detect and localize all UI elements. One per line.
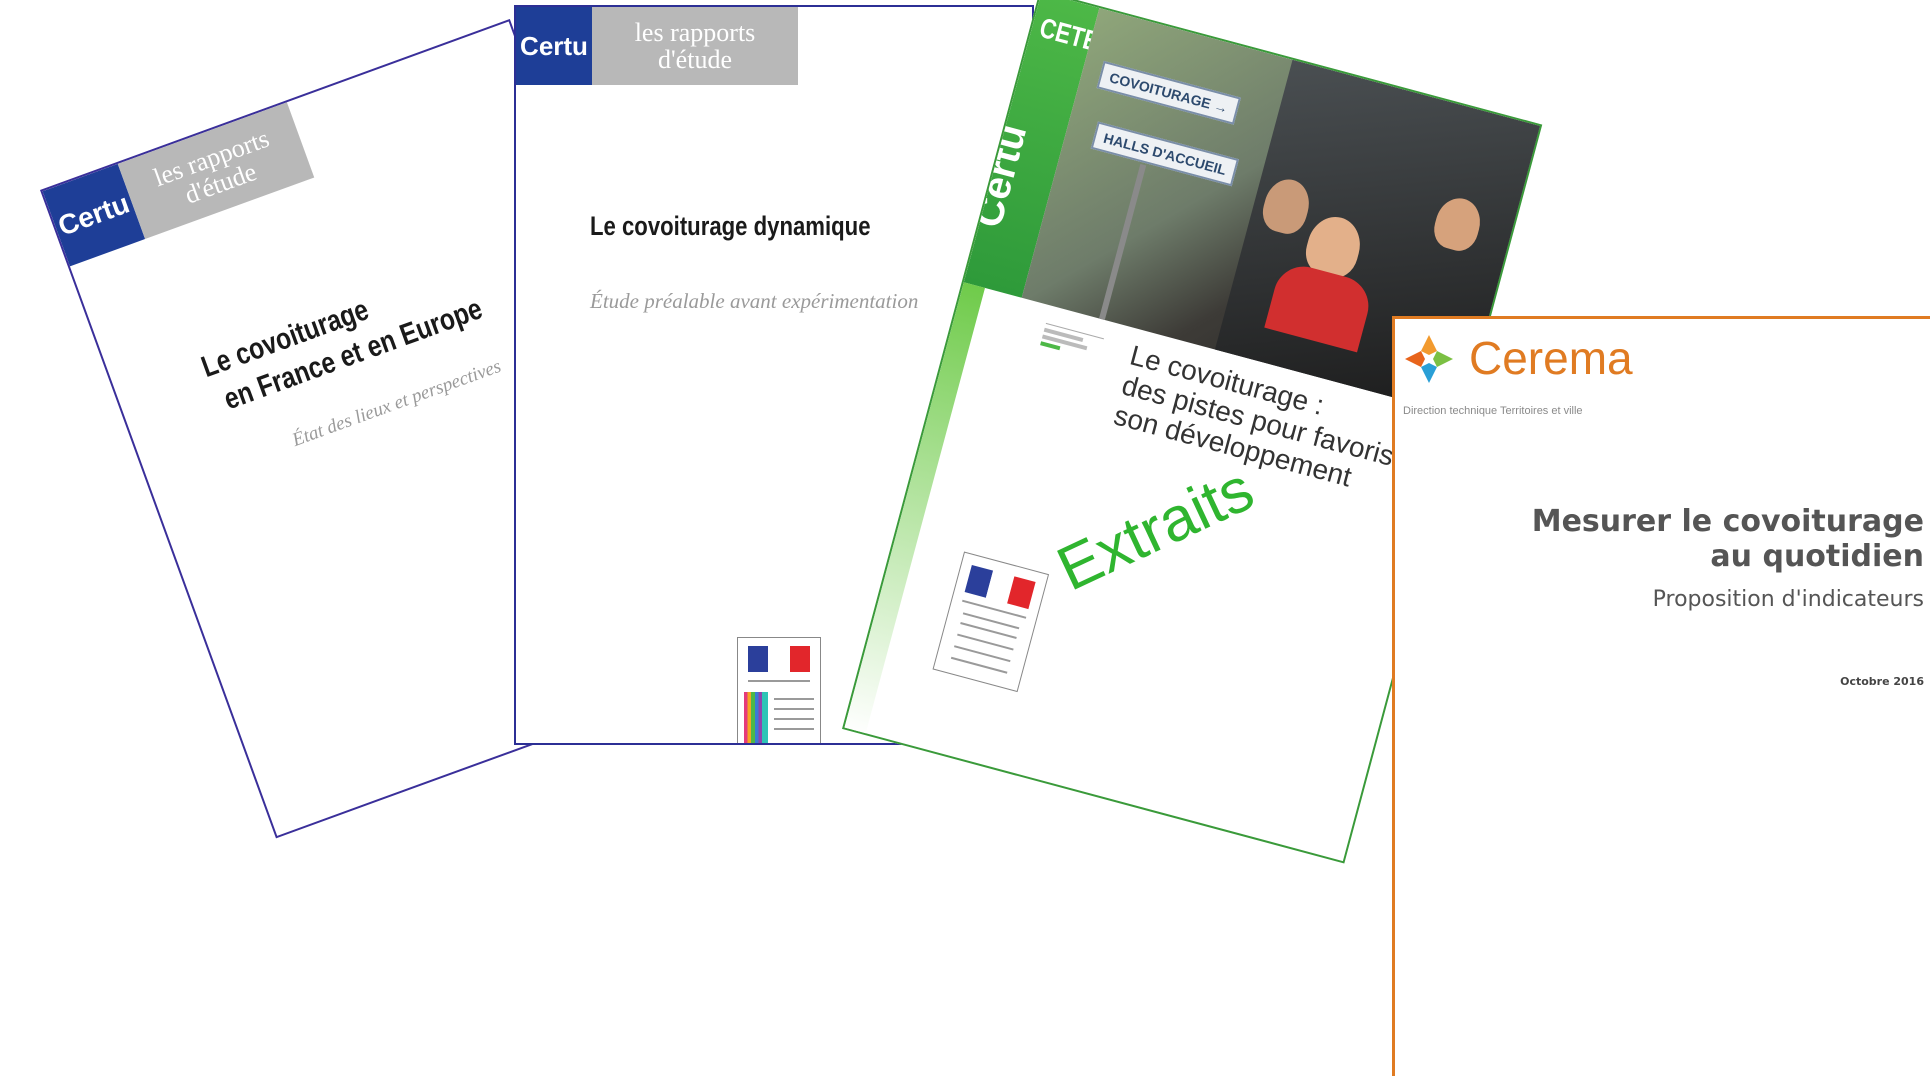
cover-title: Le covoiturage en France et en Europe [197,236,543,421]
cover-date: Octobre 2016 [1840,675,1924,688]
extraits-stamp: Extraits [1047,454,1264,605]
directorate-label: Direction technique Territoires et ville [1403,405,1583,417]
ministry-logo [737,637,821,743]
cover-title: Le covoiturage dynamique [590,211,871,241]
cover-subtitle: Étude préalable avant expérimentation [590,289,919,313]
series-label: les rapports d'étude [117,102,315,240]
report-cover-mesurer[interactable]: Cerema Direction technique Territoires e… [1392,316,1930,1076]
series-label-line1: les rapports [634,17,756,47]
ministry-logo [932,551,1050,693]
series-label-line2: d'étude [658,45,732,74]
certu-logo: Certu [516,7,592,85]
color-bars-icon [744,692,768,743]
cover-title: Mesurer le covoiturage au quotidien [1531,504,1924,574]
series-label: les rapports d'étude [592,7,798,85]
cover-subtitle: Proposition d'indicateurs [1652,587,1924,612]
collection-label [1040,322,1104,361]
covoiturage-sign: COVOITURAGE → [1096,60,1242,125]
cerema-logo-icon [1405,335,1453,383]
halls-accueil-sign: HALLS D'ACCUEIL [1090,121,1240,187]
french-flag-icon [748,646,810,672]
cerema-logo-text: Cerema [1469,332,1633,384]
cover-title-line2: au quotidien [1710,538,1924,574]
cover-title-line1: Mesurer le covoiturage [1531,504,1924,539]
